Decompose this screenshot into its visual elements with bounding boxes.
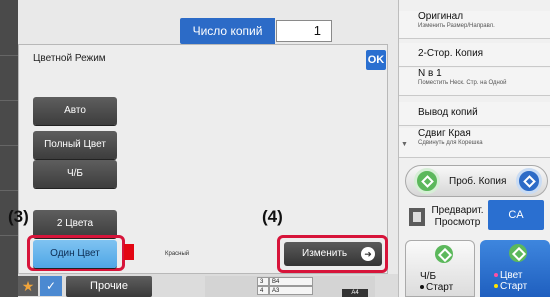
menu-item-original[interactable]: Оригинал Изменить Размер/Направл. [399,11,550,39]
color-start-label: Цвет Старт [494,270,527,292]
preview-label: Предварит. Просмотр [431,205,484,228]
clear-all-button[interactable]: CA [488,200,544,230]
color-start-line1: Цвет [500,270,523,281]
tray-size: B4 [269,277,313,286]
mode-full-color-button[interactable]: Полный Цвет [33,131,117,159]
mode-two-color-button[interactable]: 2 Цвета [33,210,117,238]
start-icon [435,245,453,263]
menu-item-label: N в 1 [418,68,442,79]
callout-label-4: (4) [262,207,283,226]
proof-copy-button[interactable]: Проб. Копия [405,165,548,197]
bw-start-button[interactable]: Ч/Б Старт [405,240,475,297]
dialog-title: Цветной Режим [33,53,106,64]
menu-item-label: Оригинал [418,11,464,22]
menu-item-duplex[interactable]: 2-Стор. Копия [399,43,550,67]
tray-number: 4 [257,286,269,295]
single-color-swatch [124,244,134,260]
scroll-down-icon[interactable]: ▼ [401,141,408,148]
tray-number: 3 [257,277,269,286]
menu-item-margin-shift[interactable]: Сдвиг Края Сдвинуть для Корешка [399,128,550,158]
tray-size: A3 [269,286,313,295]
preview-icon [409,208,425,226]
change-button[interactable]: Изменить ➜ [284,242,382,266]
menu-item-n-in-1[interactable]: N в 1 Поместить Неск. Стр. на Одной [399,68,550,96]
change-button-label: Изменить [302,248,348,259]
menu-item-label: Сдвиг Края [418,128,471,139]
bw-start-label: Ч/Б Старт [420,271,453,293]
ok-button[interactable]: OK [366,50,386,70]
preview-button[interactable]: Предварит. Просмотр [405,203,485,233]
arrow-right-icon: ➜ [361,247,375,261]
proof-copy-label: Проб. Копия [449,176,507,187]
other-button[interactable]: Прочие [66,276,152,297]
current-paper-size: A4 [342,289,368,297]
color-start-button[interactable]: Цвет Старт [480,240,550,297]
checkmark-icon[interactable]: ✓ [40,276,62,296]
menu-item-sub: Поместить Неск. Стр. на Одной [418,80,507,86]
menu-item-sub: Сдвинуть для Корешка [418,140,483,146]
copies-count-input[interactable]: 1 [276,20,332,42]
menu-item-output[interactable]: Вывод копий [399,102,550,126]
start-icon [509,244,527,262]
mode-single-color-button[interactable]: Один Цвет [33,240,117,268]
menu-item-label: Вывод копий [418,107,478,118]
mode-auto-button[interactable]: Авто [33,97,117,125]
bw-start-line1: Ч/Б [420,271,437,282]
left-edge-strip [0,0,18,297]
menu-item-sub: Изменить Размер/Направл. [418,23,495,29]
copies-label: Число копий [180,18,275,44]
mode-bw-button[interactable]: Ч/Б [33,160,117,188]
star-icon[interactable]: ★ [18,276,38,296]
blue-diamond-icon [516,168,542,194]
bw-start-line2: Старт [426,282,454,293]
single-color-name: Красный [165,251,190,257]
callout-label-3: (3) [8,207,29,226]
color-start-line2: Старт [500,281,528,292]
green-diamond-icon [414,168,440,194]
menu-item-label: 2-Стор. Копия [418,48,484,59]
